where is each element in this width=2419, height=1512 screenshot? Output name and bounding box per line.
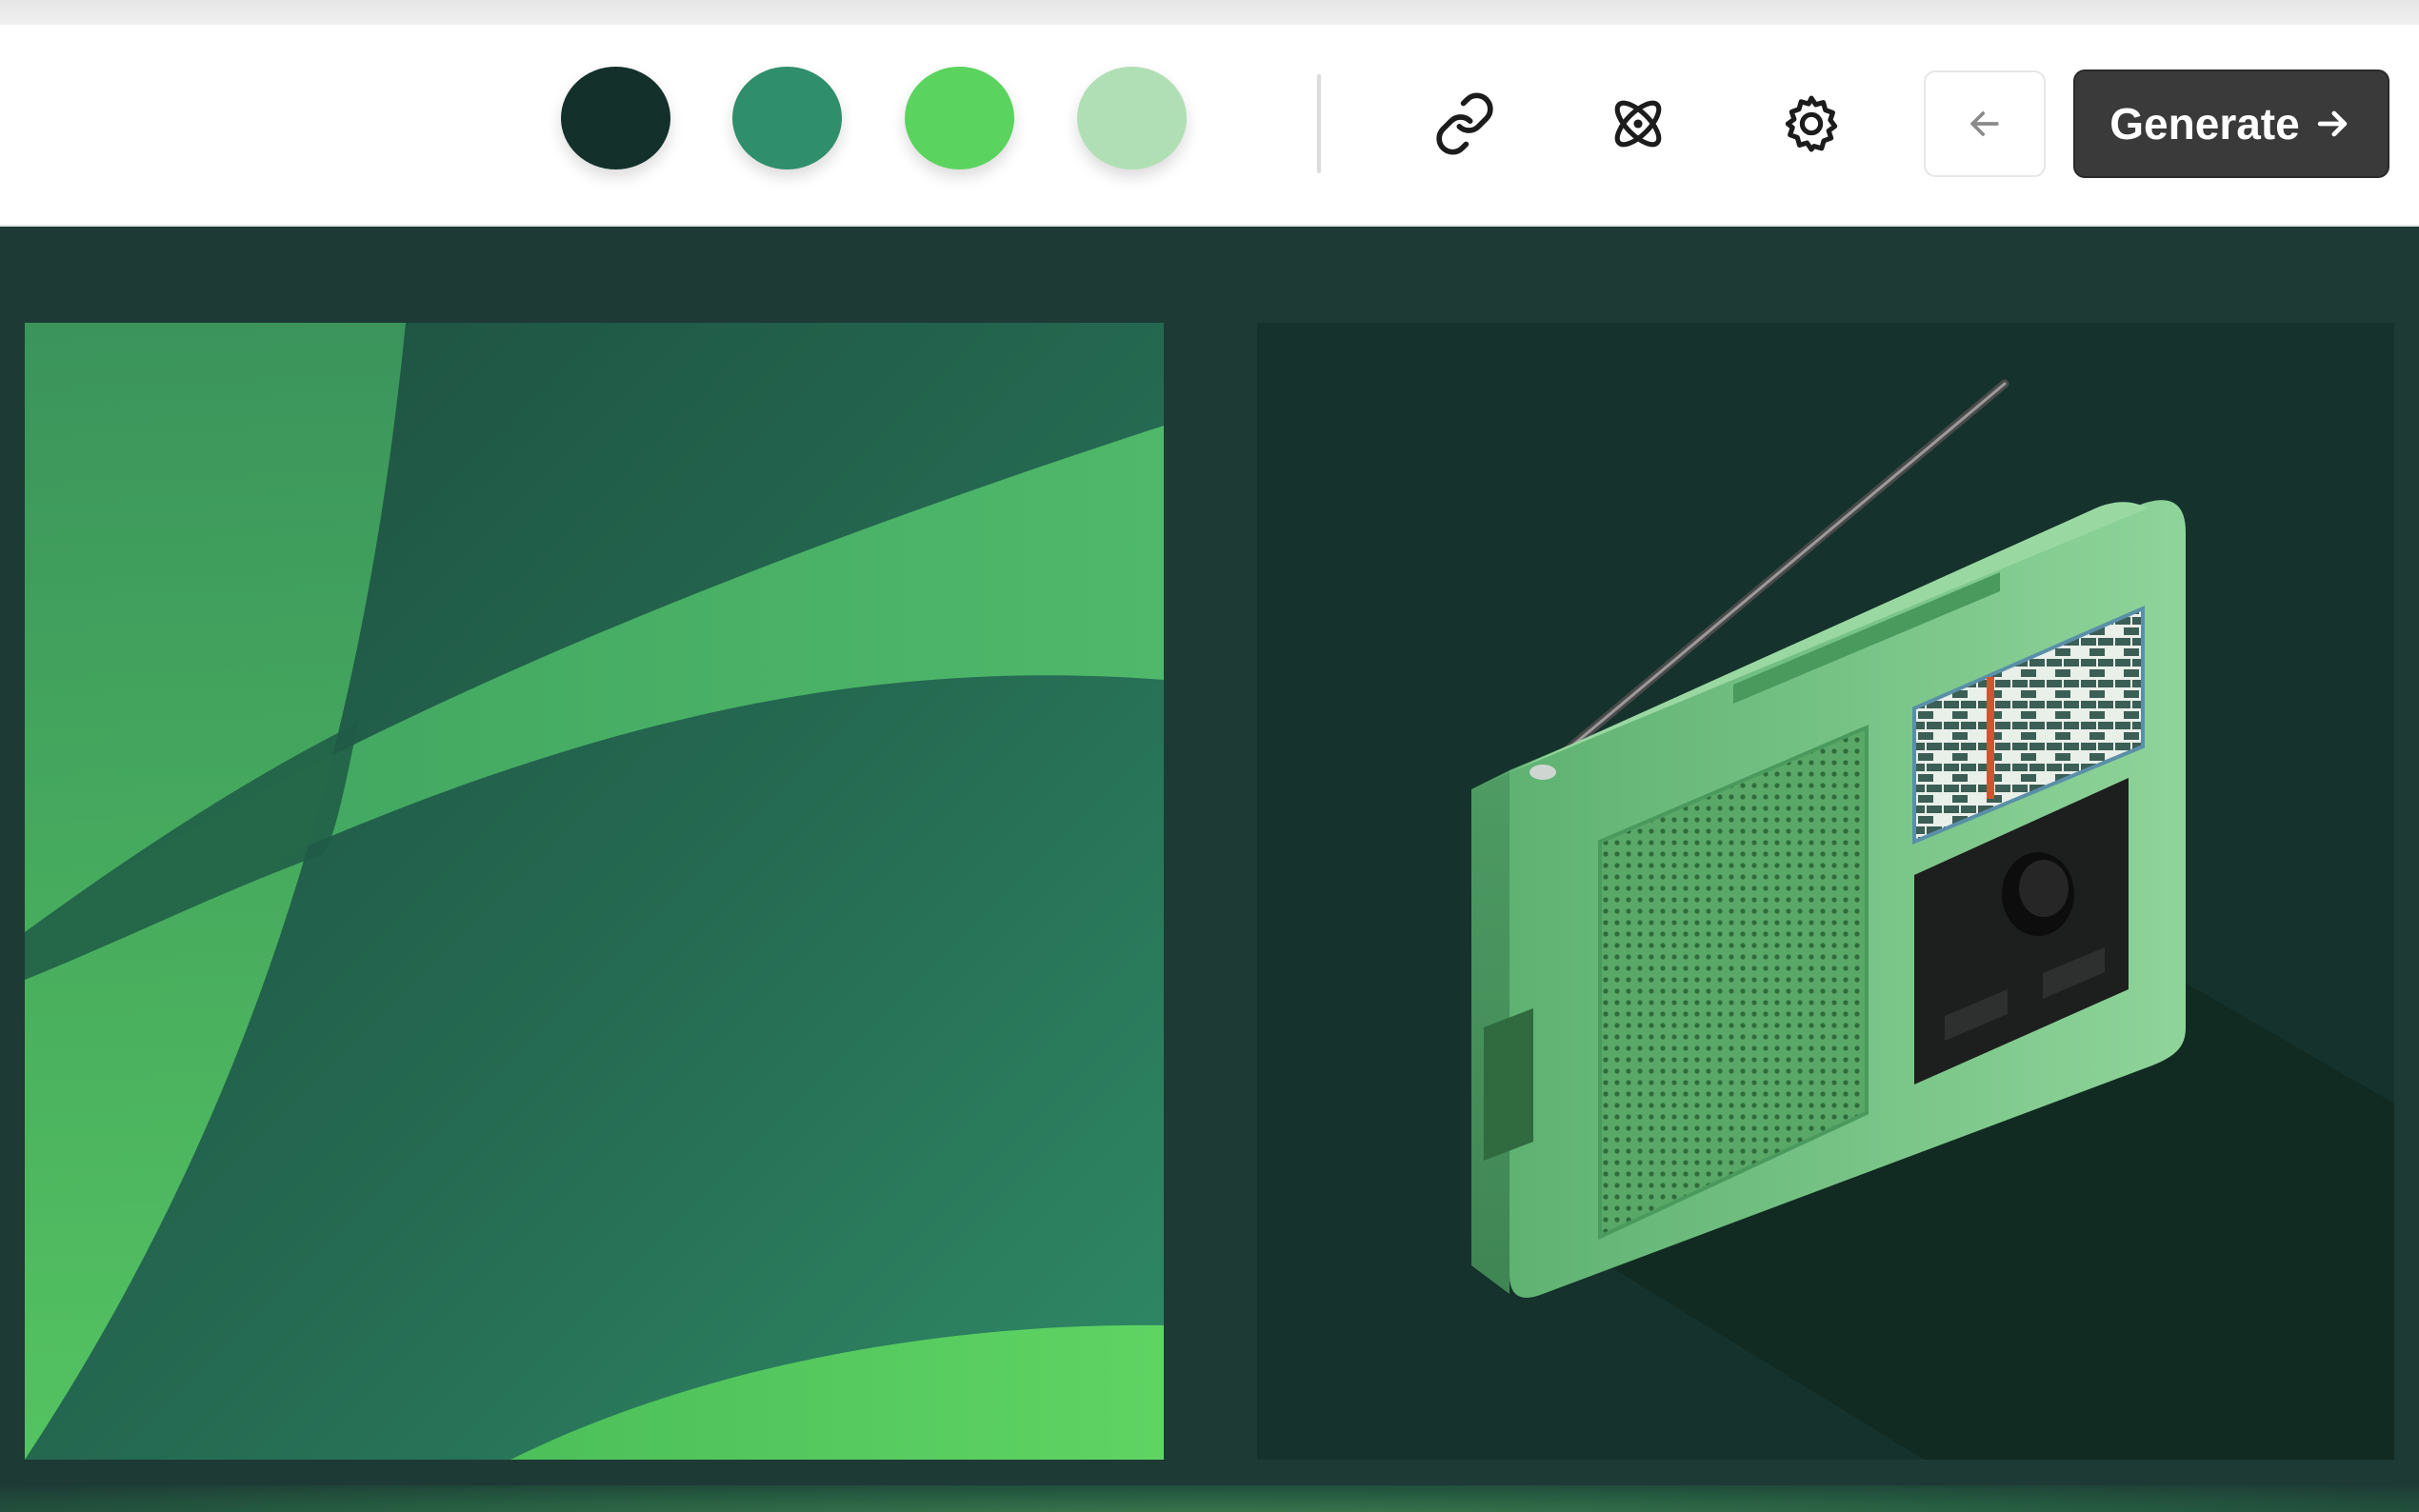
atom-button[interactable] [1589, 74, 1688, 173]
toolbar-divider [1317, 74, 1321, 173]
swatch-teal-green[interactable] [732, 67, 842, 169]
toolbar: Generate [0, 25, 2419, 227]
arrow-left-icon [1970, 111, 1999, 136]
generate-button[interactable]: Generate [2073, 70, 2389, 178]
atom-icon [1614, 100, 1662, 148]
generate-button-label: Generate [2109, 99, 2300, 149]
browser-top-strip [0, 0, 2419, 25]
swatch-light-green[interactable] [1077, 67, 1187, 169]
swatch-bright-green[interactable] [905, 67, 1014, 169]
gear-icon [1785, 95, 1838, 152]
radio-illustration-image [1257, 323, 2394, 1460]
radio-illustration-preview[interactable] [1257, 323, 2394, 1460]
swatch-dark-green[interactable] [561, 67, 670, 169]
arrow-right-icon [2317, 110, 2347, 137]
settings-button[interactable] [1762, 74, 1861, 173]
link-icon [1436, 92, 1493, 155]
link-button[interactable] [1415, 74, 1514, 173]
abstract-curves-image [25, 323, 1164, 1460]
back-button[interactable] [1924, 70, 2046, 177]
abstract-curves-preview[interactable] [25, 323, 1164, 1460]
bottom-glow [0, 1485, 2419, 1512]
